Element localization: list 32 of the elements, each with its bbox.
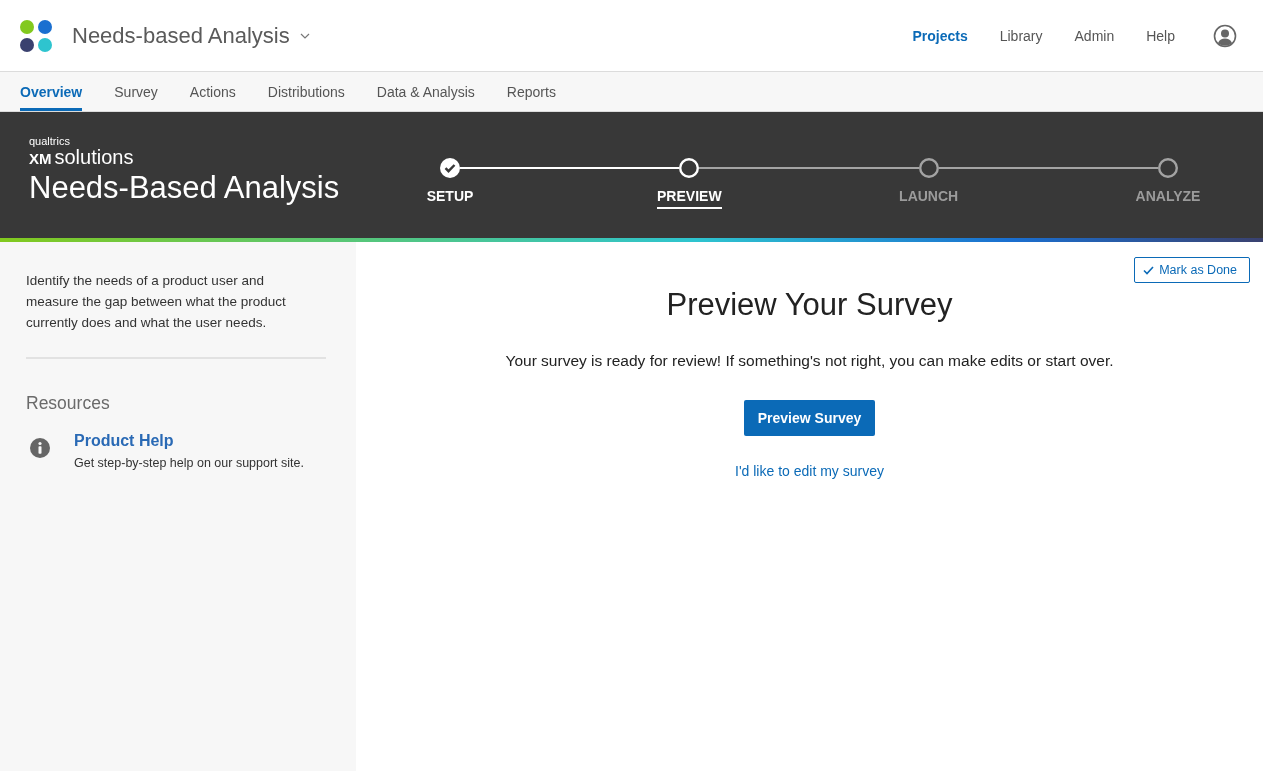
nav-link[interactable]: Admin — [1074, 27, 1115, 44]
status-message: Your survey is ready for review! If something's not right, you can make edits or start over. — [505, 352, 1114, 370]
solution-title: Needs-Based Analysis — [29, 169, 341, 207]
brand-name: qualtrics — [29, 136, 71, 147]
resource-description: Get step-by-step help on our support site. — [74, 456, 304, 470]
page-heading: Preview Your Survey — [666, 287, 953, 323]
nav-link[interactable]: Library — [999, 27, 1043, 44]
resource-link[interactable]: Product Help — [74, 432, 304, 450]
brand-xm: XM — [29, 149, 52, 169]
user-avatar-icon[interactable] — [1213, 23, 1237, 48]
resources-heading: Resources — [26, 393, 111, 414]
tab[interactable]: Survey — [114, 72, 158, 111]
brand-solutions: solutions — [54, 147, 134, 167]
step-link[interactable]: LAUNCH — [899, 188, 959, 209]
tab[interactable]: Distributions — [267, 72, 345, 111]
nav-link[interactable]: Help — [1146, 27, 1175, 44]
check-icon — [1143, 265, 1155, 275]
preview-survey-button[interactable]: Preview Survey — [743, 400, 876, 436]
edit-survey-link[interactable]: I'd like to edit my survey — [735, 463, 884, 479]
step-link[interactable]: PREVIEW — [657, 188, 722, 209]
nav-link[interactable]: Projects — [912, 27, 968, 44]
logo-icon — [20, 19, 52, 52]
solution-description: Identify the needs of a product user and measure the gap between what the product currently does and what the user needs. — [26, 272, 287, 332]
tab[interactable]: Reports — [506, 72, 556, 111]
step-link[interactable]: ANALYZE — [1135, 188, 1201, 209]
tab[interactable]: Actions — [189, 72, 236, 111]
caret-icon — [299, 32, 310, 39]
mark-as-done-button[interactable]: Mark as Done — [1134, 257, 1250, 283]
info-icon — [30, 438, 50, 458]
tab[interactable]: Data & Analysis — [376, 72, 475, 111]
step-link[interactable]: SETUP — [426, 188, 474, 209]
project-title-dropdown[interactable]: Needs-based Analysis — [72, 22, 310, 49]
